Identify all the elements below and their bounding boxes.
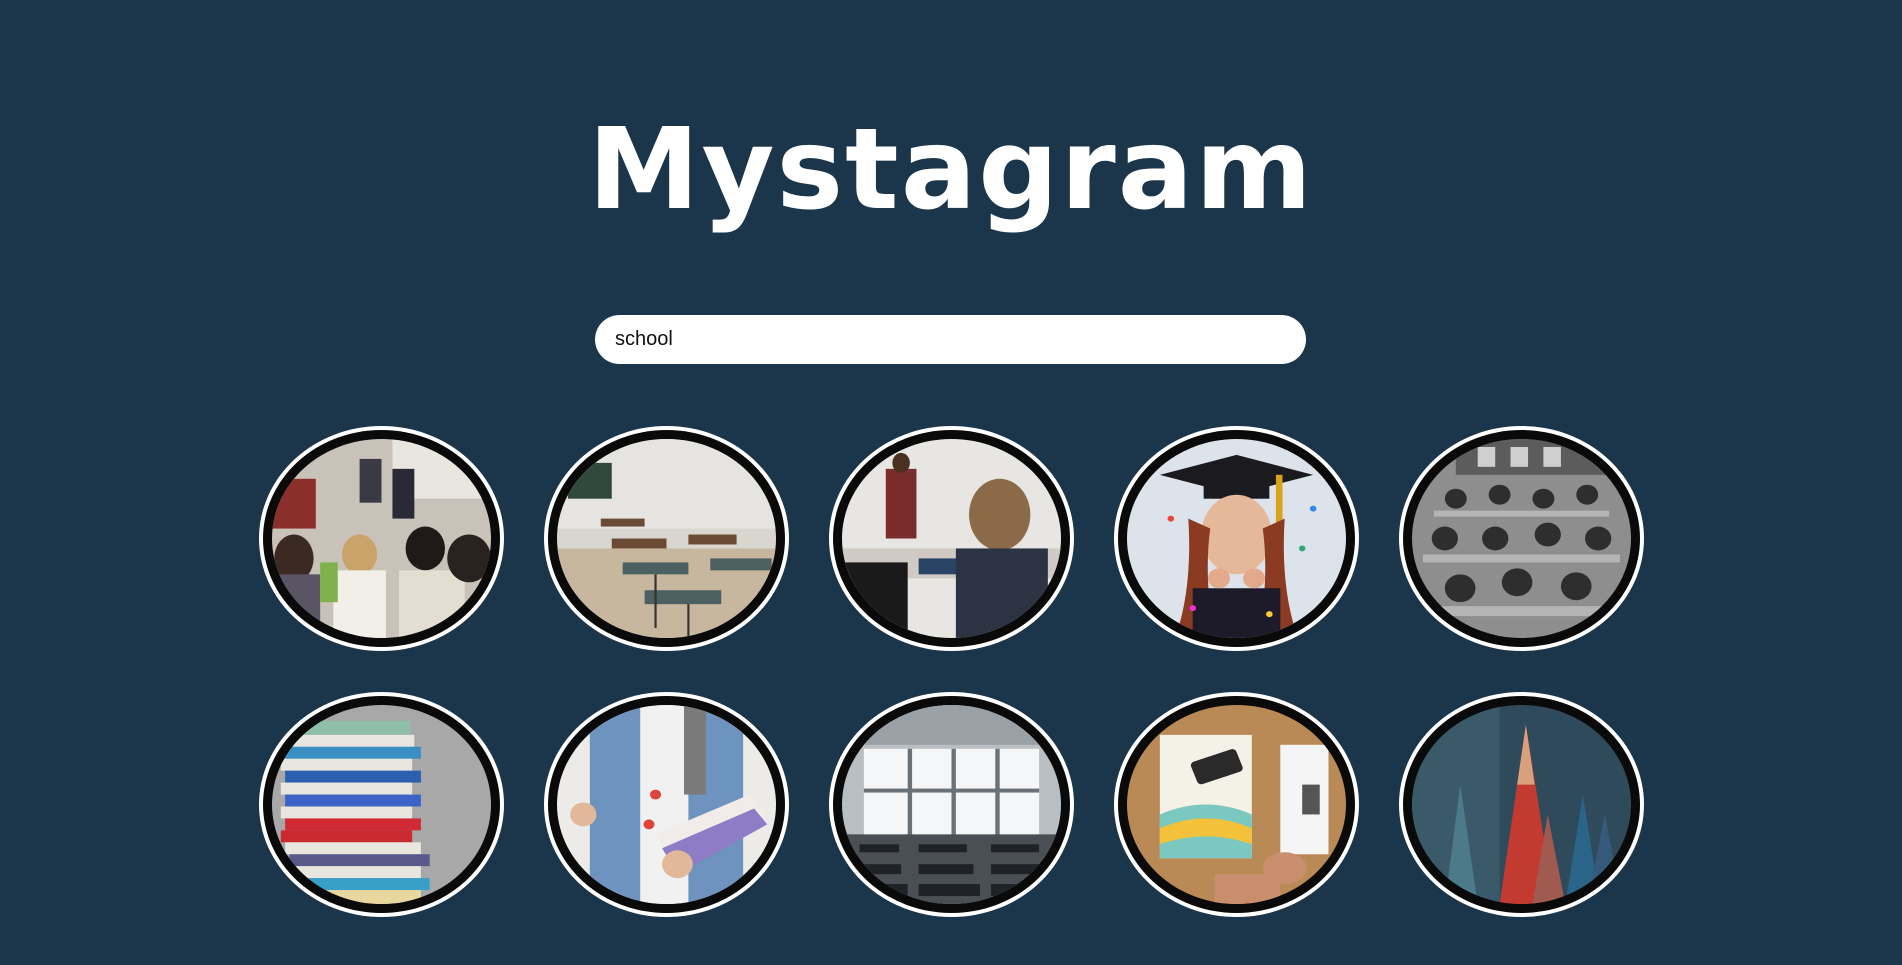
photo-thumbnail[interactable] [1399,426,1644,651]
photo-lecture-room [842,705,1061,904]
photo-frame [548,430,785,647]
photo-frame [1118,696,1355,913]
photo-thumbnail[interactable] [1114,692,1359,917]
photo-thumbnail[interactable] [259,426,504,651]
photo-frame [833,696,1070,913]
photo-grid [259,426,1644,917]
photo-graduate [1127,439,1346,638]
photo-thumbnail[interactable] [544,426,789,651]
photo-thumbnail[interactable] [544,692,789,917]
app-title: Mystagram [588,105,1314,235]
photo-empty-classroom [557,439,776,638]
photo-frame [1403,430,1640,647]
photo-frame [548,696,785,913]
photo-thumbnail[interactable] [829,426,1074,651]
photo-thumbnail[interactable] [1399,692,1644,917]
photo-frame [1403,696,1640,913]
photo-stack-of-books [272,705,491,904]
search-input[interactable] [595,315,1306,364]
photo-student-teacher [842,439,1061,638]
page: Mystagram [0,0,1902,965]
photo-student-with-books [557,705,776,904]
photo-frame [833,430,1070,647]
photo-thumbnail[interactable] [259,692,504,917]
photo-vintage-classroom [1412,439,1631,638]
photo-classroom-children [272,439,491,638]
photo-colored-pencils [1412,705,1631,904]
photo-frame [1118,430,1355,647]
search-bar [595,315,1306,364]
photo-thumbnail[interactable] [1114,426,1359,651]
photo-frame [263,430,500,647]
photo-thumbnail[interactable] [829,692,1074,917]
photo-desk-book-phone [1127,705,1346,904]
photo-frame [263,696,500,913]
